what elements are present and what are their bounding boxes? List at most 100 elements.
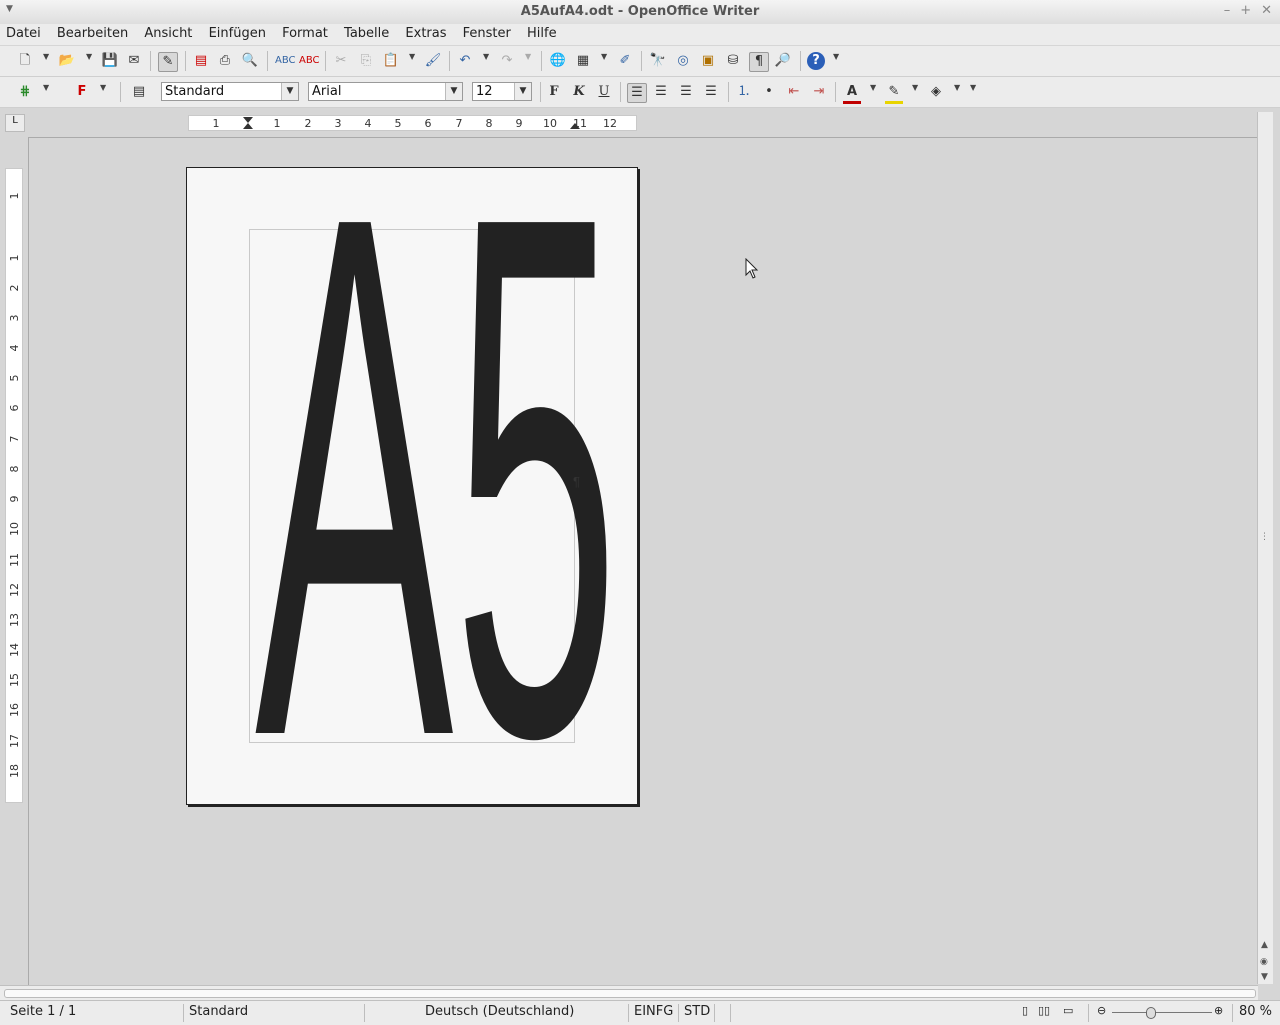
language-indicator[interactable]: Deutsch (Deutschland) bbox=[425, 1004, 574, 1019]
underline-button[interactable]: U bbox=[595, 83, 613, 101]
draw-icon[interactable]: ✐ bbox=[616, 52, 634, 70]
zoom-percentage[interactable]: 80 % bbox=[1239, 1004, 1272, 1019]
gallery-icon[interactable]: ▣ bbox=[699, 52, 717, 70]
align-left-icon[interactable]: ☰ bbox=[627, 83, 647, 103]
document-text-canvas[interactable]: A5 ¶ bbox=[187, 168, 637, 804]
chevron-down-icon[interactable]: ▼ bbox=[281, 83, 298, 100]
zoom-slider-track[interactable] bbox=[1112, 1012, 1212, 1013]
highlight-icon[interactable]: ✎ bbox=[885, 83, 903, 104]
document-page[interactable]: A5 ¶ bbox=[186, 167, 638, 805]
navigation-icon[interactable]: ◉ bbox=[1260, 957, 1268, 967]
undo-dropdown-icon[interactable]: ▼ bbox=[483, 52, 489, 61]
menu-bearbeiten[interactable]: Bearbeiten bbox=[51, 24, 134, 41]
chevron-down-icon[interactable]: ▼ bbox=[445, 83, 462, 100]
vertical-scrollbar[interactable]: ⋮ ▲ ◉ ▼ bbox=[1257, 112, 1273, 984]
zoom-out-icon[interactable]: ⊖ bbox=[1097, 1004, 1106, 1017]
undo-icon[interactable]: ↶ bbox=[456, 52, 474, 70]
single-page-view-icon[interactable]: ▯ bbox=[1022, 1004, 1028, 1017]
toolbar-options-icon[interactable]: ▼ bbox=[970, 83, 976, 92]
align-justify-icon[interactable]: ☰ bbox=[702, 83, 720, 101]
insert-mode-indicator[interactable]: EINFG bbox=[634, 1004, 673, 1019]
menu-extras[interactable]: Extras bbox=[399, 24, 452, 41]
copy-icon[interactable]: ⎘ bbox=[357, 52, 375, 70]
horizontal-ruler[interactable]: 1 1 2 3 4 5 6 7 8 9 10 11 12 bbox=[28, 112, 1256, 136]
navigator-icon[interactable]: ◎ bbox=[674, 52, 692, 70]
table-icon[interactable]: ▦ bbox=[574, 52, 592, 70]
nonprinting-chars-icon[interactable]: ¶ bbox=[749, 52, 769, 72]
menu-datei[interactable]: Datei bbox=[0, 24, 47, 41]
increase-indent-icon[interactable]: ⇥ bbox=[810, 83, 828, 101]
menu-hilfe[interactable]: Hilfe bbox=[521, 24, 563, 41]
bullets-icon[interactable]: • bbox=[760, 83, 778, 101]
fontwork-dropdown-icon[interactable]: ▼ bbox=[100, 83, 106, 92]
print-icon[interactable]: ⎙ bbox=[216, 52, 234, 70]
table-dropdown-icon[interactable]: ▼ bbox=[601, 52, 607, 61]
cut-icon[interactable]: ✂ bbox=[332, 52, 350, 70]
toolbar-options-icon[interactable]: ▼ bbox=[833, 52, 839, 61]
styles-icon[interactable]: ⋕ bbox=[16, 83, 34, 101]
decrease-indent-icon[interactable]: ⇤ bbox=[785, 83, 803, 101]
zoom-slider-thumb[interactable] bbox=[1146, 1007, 1156, 1019]
book-view-icon[interactable]: ▭ bbox=[1063, 1004, 1073, 1017]
tab-stop-selector[interactable]: L bbox=[5, 114, 25, 132]
scrollbar-grip-icon[interactable]: ⋮ bbox=[1260, 532, 1269, 542]
menu-ansicht[interactable]: Ansicht bbox=[138, 24, 198, 41]
highlight-dropdown-icon[interactable]: ▼ bbox=[912, 83, 918, 92]
open-icon[interactable]: 📂 bbox=[58, 52, 76, 70]
datasource-icon[interactable]: ⛁ bbox=[724, 52, 742, 70]
style-list-icon[interactable]: ▤ bbox=[130, 83, 148, 101]
print-preview-icon[interactable]: 🔍 bbox=[241, 52, 259, 70]
numbering-icon[interactable]: ⒈ bbox=[735, 83, 753, 101]
font-size-select[interactable]: 12 ▼ bbox=[472, 82, 532, 101]
redo-icon[interactable]: ↷ bbox=[498, 52, 516, 70]
email-icon[interactable]: ✉ bbox=[125, 52, 143, 70]
font-name-select[interactable]: Arial ▼ bbox=[308, 82, 463, 101]
font-color-icon[interactable]: A bbox=[843, 83, 861, 104]
autospell-icon[interactable]: ABC bbox=[299, 52, 320, 70]
paragraph-style-select[interactable]: Standard ▼ bbox=[161, 82, 299, 101]
pdf-icon[interactable]: ▤ bbox=[192, 52, 210, 70]
paste-dropdown-icon[interactable]: ▼ bbox=[409, 52, 415, 61]
maximize-icon[interactable]: + bbox=[1240, 3, 1251, 18]
menu-einfuegen[interactable]: Einfügen bbox=[203, 24, 272, 41]
left-indent-marker[interactable] bbox=[243, 123, 253, 129]
page-style-indicator[interactable]: Standard bbox=[189, 1004, 248, 1019]
menu-format[interactable]: Format bbox=[276, 24, 334, 41]
vertical-ruler[interactable]: 1 1 2 3 4 5 6 7 8 9 10 11 12 13 14 15 16… bbox=[5, 168, 23, 803]
previous-page-icon[interactable]: ▲ bbox=[1261, 940, 1268, 950]
new-dropdown-icon[interactable]: ▼ bbox=[43, 52, 49, 61]
scrollbar-track[interactable] bbox=[4, 989, 1256, 998]
menu-tabelle[interactable]: Tabelle bbox=[338, 24, 395, 41]
zoom-icon[interactable]: 🔎 bbox=[774, 52, 792, 70]
hyperlink-icon[interactable]: 🌐 bbox=[549, 52, 567, 70]
find-icon[interactable]: 🔭 bbox=[649, 52, 667, 70]
edit-mode-icon[interactable]: ✎ bbox=[158, 52, 178, 72]
close-icon[interactable]: ✕ bbox=[1261, 3, 1272, 18]
background-color-dropdown-icon[interactable]: ▼ bbox=[954, 83, 960, 92]
selection-mode-indicator[interactable]: STD bbox=[684, 1004, 710, 1019]
styles-dropdown-icon[interactable]: ▼ bbox=[43, 83, 49, 92]
paste-icon[interactable]: 📋 bbox=[382, 52, 400, 70]
save-icon[interactable]: 💾 bbox=[101, 52, 119, 70]
menu-fenster[interactable]: Fenster bbox=[457, 24, 517, 41]
align-center-icon[interactable]: ☰ bbox=[652, 83, 670, 101]
italic-button[interactable]: K bbox=[570, 83, 588, 101]
fontwork-icon[interactable]: F bbox=[73, 83, 91, 101]
open-dropdown-icon[interactable]: ▼ bbox=[86, 52, 92, 61]
bold-button[interactable]: F bbox=[545, 83, 563, 101]
chevron-down-icon[interactable]: ▼ bbox=[514, 83, 531, 100]
font-color-dropdown-icon[interactable]: ▼ bbox=[870, 83, 876, 92]
page-indicator[interactable]: Seite 1 / 1 bbox=[10, 1004, 76, 1019]
align-right-icon[interactable]: ☰ bbox=[677, 83, 695, 101]
spellcheck-icon[interactable]: ABC bbox=[275, 52, 296, 70]
horizontal-scrollbar[interactable] bbox=[0, 985, 1258, 1000]
redo-dropdown-icon[interactable]: ▼ bbox=[525, 52, 531, 61]
zoom-in-icon[interactable]: ⊕ bbox=[1214, 1004, 1223, 1017]
next-page-icon[interactable]: ▼ bbox=[1261, 972, 1268, 982]
first-line-indent-marker[interactable] bbox=[243, 117, 253, 123]
background-color-icon[interactable]: ◈ bbox=[927, 83, 945, 101]
multi-page-view-icon[interactable]: ▯▯ bbox=[1038, 1004, 1050, 1017]
help-icon[interactable]: ? bbox=[807, 52, 825, 70]
minimize-icon[interactable]: – bbox=[1224, 3, 1231, 18]
new-icon[interactable]: 🗋 bbox=[16, 52, 34, 70]
